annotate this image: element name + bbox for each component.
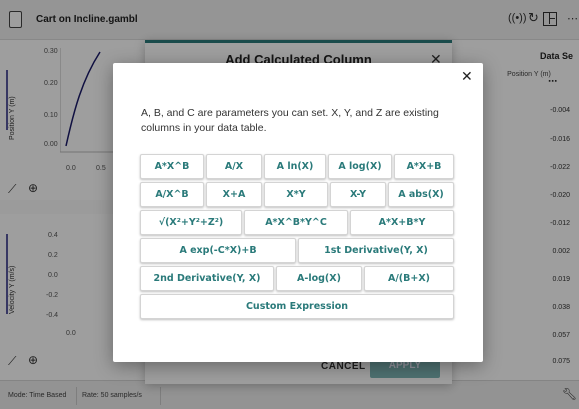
equation-button[interactable]: √(X²+Y²+Z²): [140, 210, 242, 235]
close-icon[interactable]: ✕: [461, 68, 473, 85]
equation-button[interactable]: A ln(X): [264, 154, 326, 179]
parameters-description: A, B, and C are parameters you can set. …: [141, 107, 439, 134]
equation-button[interactable]: A log(X): [328, 154, 392, 179]
equation-button[interactable]: A*X+B: [394, 154, 454, 179]
equation-button[interactable]: X*Y: [264, 182, 328, 207]
equation-picker-dialog: ✕ A, B, and C are parameters you can set…: [113, 63, 483, 362]
equation-button[interactable]: A-log(X): [276, 266, 362, 291]
equation-button[interactable]: X+A: [206, 182, 262, 207]
equation-button[interactable]: A*X^B*Y^C: [244, 210, 348, 235]
equation-button[interactable]: A exp(-C*X)+B: [140, 238, 296, 263]
equation-button[interactable]: X-Y: [330, 182, 386, 207]
custom-expression-button[interactable]: Custom Expression: [140, 294, 454, 319]
equation-button[interactable]: A/X: [206, 154, 262, 179]
equation-button[interactable]: A/X^B: [140, 182, 204, 207]
equation-button[interactable]: 1st Derivative(Y, X): [298, 238, 454, 263]
equation-button[interactable]: A*X^B: [140, 154, 204, 179]
equation-button[interactable]: A/(B+X): [364, 266, 454, 291]
equation-button[interactable]: A*X+B*Y: [350, 210, 454, 235]
equation-button[interactable]: 2nd Derivative(Y, X): [140, 266, 274, 291]
equation-button[interactable]: A abs(X): [388, 182, 454, 207]
